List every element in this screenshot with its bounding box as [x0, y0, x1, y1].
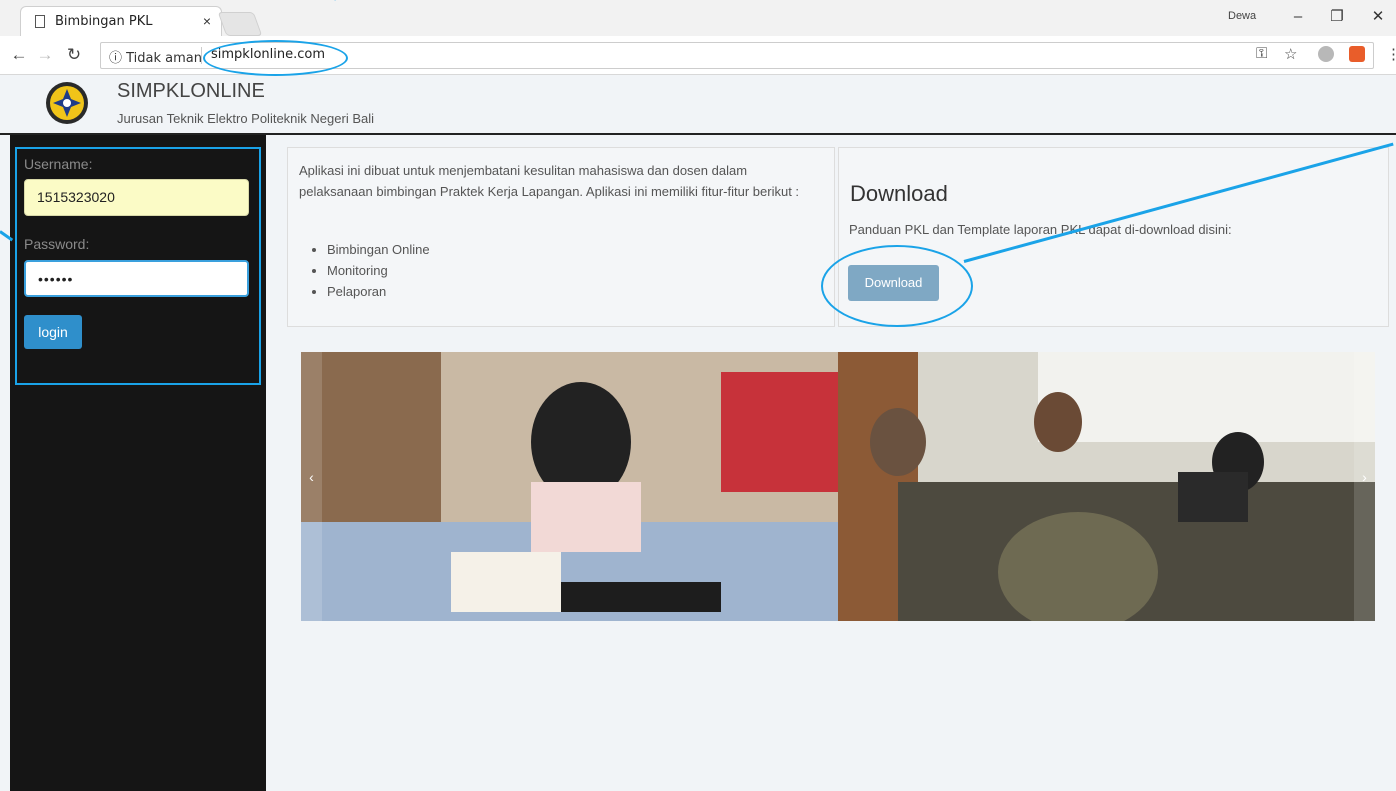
url-annotation-circle — [203, 40, 348, 76]
logo-icon — [46, 82, 88, 124]
profile-name[interactable]: Dewa — [1228, 10, 1256, 22]
download-title: Download — [850, 181, 948, 206]
password-input[interactable]: •••••• — [24, 260, 249, 297]
tab-close-icon[interactable]: × — [203, 13, 211, 29]
feature-item: Monitoring — [327, 260, 430, 281]
password-label: Password: — [24, 236, 90, 252]
download-text: Panduan PKL dan Template laporan PKL dap… — [849, 222, 1232, 237]
site-subtitle: Jurusan Teknik Elektro Politeknik Negeri… — [117, 111, 374, 126]
feature-list: Bimbingan Online Monitoring Pelaporan — [313, 239, 430, 302]
browser-tab-bar: Bimbingan PKL × Dewa – ❐ ✕ — [0, 0, 1396, 37]
download-annotation-circle — [821, 245, 973, 327]
browser-tab[interactable]: Bimbingan PKL × — [20, 6, 222, 37]
bookmark-star-icon[interactable]: ☆ — [1284, 45, 1297, 63]
image-carousel: ‹ › — [301, 352, 1375, 621]
new-tab-button[interactable] — [217, 12, 263, 36]
intro-text: Aplikasi ini dibuat untuk menjembatani k… — [299, 163, 800, 199]
forward-icon[interactable]: → — [34, 44, 56, 66]
feature-item: Bimbingan Online — [327, 239, 430, 260]
back-icon[interactable]: ← — [8, 44, 30, 66]
restore-icon[interactable]: ❐ — [1325, 6, 1349, 28]
username-input[interactable]: 1515323020 — [24, 179, 249, 216]
extension-icon[interactable] — [1318, 46, 1334, 62]
security-indicator[interactable]: ⓘ Tidak aman — [109, 47, 202, 66]
menu-icon[interactable]: ⋮ — [1386, 45, 1396, 63]
carousel-photo-1 — [301, 352, 838, 621]
key-icon[interactable]: ⚿ — [1256, 45, 1267, 62]
site-title: SIMPKLONLINE — [117, 80, 265, 102]
carousel-next-button[interactable]: › — [1354, 352, 1375, 621]
username-label: Username: — [24, 156, 93, 172]
minimize-icon[interactable]: – — [1286, 6, 1310, 28]
page-icon — [35, 15, 45, 28]
close-window-icon[interactable]: ✕ — [1366, 6, 1390, 28]
login-button[interactable]: login — [24, 315, 82, 349]
url-separator — [201, 47, 202, 64]
site-header: SIMPKLONLINE Jurusan Teknik Elektro Poli… — [0, 75, 1396, 135]
reload-icon[interactable]: ↻ — [63, 44, 85, 66]
extension-icon-2[interactable] — [1349, 46, 1365, 62]
tab-title: Bimbingan PKL — [55, 14, 153, 29]
carousel-photo-2 — [838, 352, 1375, 621]
feature-item: Pelaporan — [327, 281, 430, 302]
carousel-prev-button[interactable]: ‹ — [301, 352, 322, 621]
